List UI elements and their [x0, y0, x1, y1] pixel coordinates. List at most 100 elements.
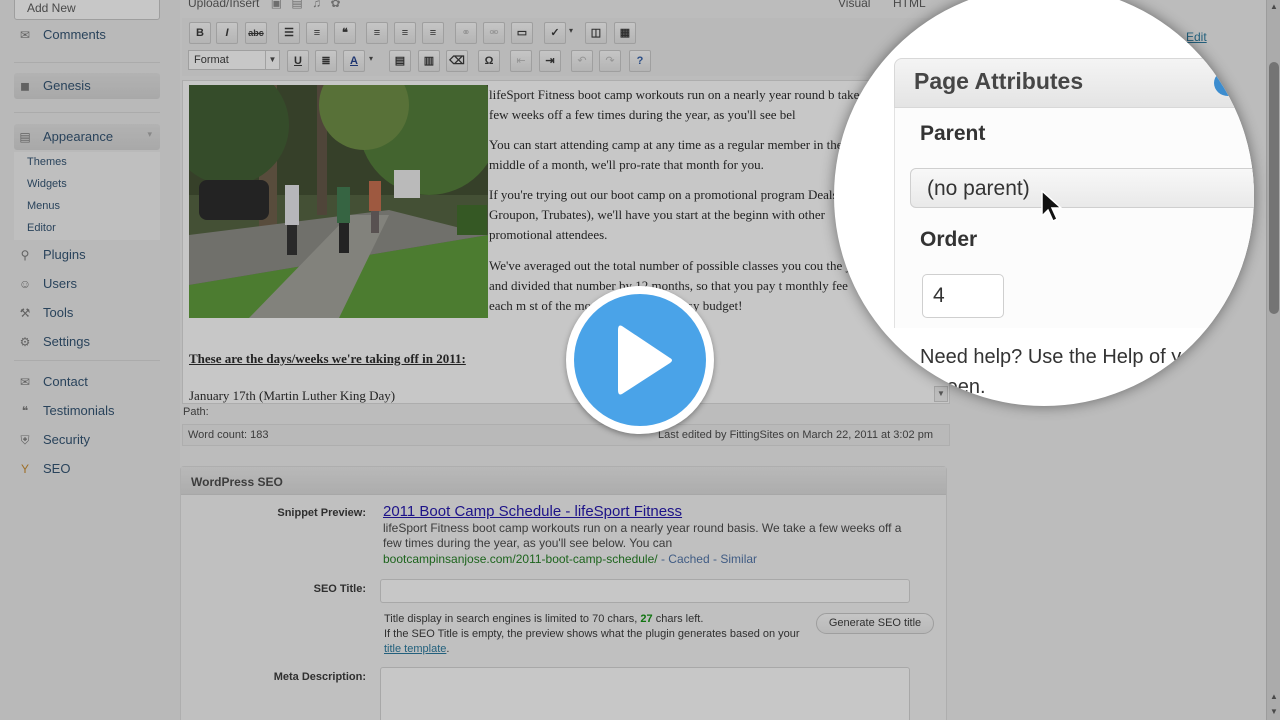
- text-color-dropdown-icon[interactable]: ▾: [369, 54, 373, 63]
- seo-title-label: SEO Title:: [313, 583, 366, 595]
- snippet-url: bootcampinsanjose.com/2011-boot-camp-sch…: [383, 552, 758, 566]
- sidebar-item-users[interactable]: ☺ Users: [14, 271, 160, 297]
- sidebar-item-genesis[interactable]: ◼ Genesis: [14, 73, 160, 99]
- numbered-list-button[interactable]: ≡: [306, 22, 328, 44]
- upload-insert-text: Upload/Insert: [188, 0, 260, 10]
- sidebar-item-label: Testimonials: [43, 403, 115, 418]
- sidebar-item-label: Appearance: [43, 129, 114, 144]
- toggle-icon[interactable]: [1214, 70, 1242, 96]
- special-character-button[interactable]: Ω: [478, 50, 500, 72]
- add-video-icon[interactable]: ▤: [291, 0, 302, 10]
- submenu-item-widgets[interactable]: Widgets: [14, 174, 160, 196]
- sidebar-item-add-new[interactable]: Add New: [14, 0, 160, 20]
- cached-link[interactable]: Cached: [668, 552, 709, 566]
- spellcheck-button[interactable]: ✓: [544, 22, 566, 44]
- submenu-item-themes[interactable]: Themes: [14, 152, 160, 174]
- scroll-down-arrow[interactable]: ▼: [1267, 705, 1280, 719]
- bootcamp-photo: [189, 85, 488, 318]
- scroll-up-arrow[interactable]: ▲: [1267, 690, 1280, 704]
- parent-select[interactable]: (no parent): [910, 168, 1254, 208]
- order-input-value: 4: [933, 284, 945, 307]
- kitchen-sink-button[interactable]: ▦: [614, 22, 636, 44]
- sidebar-item-security[interactable]: ⛨ Security: [14, 427, 160, 453]
- contact-icon: ✉: [19, 375, 31, 389]
- strikethrough-button[interactable]: abc: [245, 22, 267, 44]
- sidebar-item-contact[interactable]: ✉ Contact: [14, 369, 160, 395]
- meta-description-input[interactable]: [380, 667, 910, 720]
- scrollbar-thumb[interactable]: [1269, 62, 1279, 314]
- scroll-up-arrow[interactable]: ▲: [1267, 0, 1280, 14]
- seo-title-help: Title display in search engines is limit…: [384, 613, 800, 655]
- sidebar-item-tools[interactable]: ⚒ Tools: [14, 300, 160, 326]
- panel-header[interactable]: WordPress SEO: [181, 467, 946, 495]
- sidebar-item-appearance[interactable]: ▤ Appearance ▾: [14, 124, 160, 150]
- seo-title-input[interactable]: [380, 579, 910, 603]
- edit-link[interactable]: Edit: [1186, 30, 1207, 44]
- more-tag-button[interactable]: ▭: [511, 22, 533, 44]
- sidebar-item-label: Settings: [43, 334, 90, 349]
- add-image-icon[interactable]: ▣: [271, 0, 282, 10]
- paragraph: If you're trying out our boot camp on a …: [489, 187, 841, 242]
- word-count: Word count: 183: [188, 429, 269, 441]
- paste-word-button[interactable]: ▥: [418, 50, 440, 72]
- meta-description-label: Meta Description:: [273, 671, 366, 683]
- paste-text-button[interactable]: ▤: [389, 50, 411, 72]
- similar-link[interactable]: Similar: [720, 552, 757, 566]
- align-right-button[interactable]: ≡: [422, 22, 444, 44]
- snippet-title-link[interactable]: 2011 Boot Camp Schedule - lifeSport Fitn…: [383, 503, 682, 520]
- align-left-button[interactable]: ≡: [366, 22, 388, 44]
- bold-button[interactable]: B: [189, 22, 211, 44]
- sidebar-item-plugins[interactable]: ⚲ Plugins: [14, 242, 160, 268]
- parent-label: Parent: [920, 122, 986, 145]
- align-center-button[interactable]: ≡: [394, 22, 416, 44]
- sidebar-item-comments[interactable]: ✉ Comments: [14, 22, 160, 48]
- fullscreen-button[interactable]: ◫: [585, 22, 607, 44]
- sidebar-item-label: Tools: [43, 305, 74, 320]
- spellcheck-dropdown-icon[interactable]: ▾: [569, 26, 573, 35]
- sidebar-item-label: Genesis: [43, 78, 91, 93]
- page-scrollbar[interactable]: ▲ ▲ ▼: [1266, 0, 1280, 720]
- redo-button[interactable]: ↷: [599, 50, 621, 72]
- snippet-url-text: bootcampinsanjose.com/2011-boot-camp-sch…: [383, 552, 658, 566]
- underline-button[interactable]: U: [287, 50, 309, 72]
- upload-insert-label: Upload/Insert ▣ ▤ ♫ ✿: [188, 0, 341, 10]
- sidebar-item-seo[interactable]: Y SEO: [14, 456, 160, 482]
- format-select[interactable]: Format ▼: [188, 50, 280, 70]
- outdent-button[interactable]: ⇤: [510, 50, 532, 72]
- sidebar-item-settings[interactable]: ⚙ Settings: [14, 329, 160, 355]
- menu-separator: [14, 360, 160, 361]
- seo-icon: Y: [20, 462, 29, 476]
- mouse-cursor-icon: [1041, 190, 1063, 223]
- order-input[interactable]: 4: [922, 274, 1004, 318]
- help-text: Title display in search engines is limit…: [384, 613, 638, 625]
- title-template-link[interactable]: title template: [384, 643, 446, 655]
- add-audio-icon[interactable]: ♫: [312, 0, 321, 10]
- text-color-button[interactable]: A: [343, 50, 365, 72]
- italic-button[interactable]: I: [216, 22, 238, 44]
- indent-button[interactable]: ⇥: [539, 50, 561, 72]
- chevron-down-icon: ▼: [265, 51, 279, 69]
- tab-visual[interactable]: Visual: [838, 0, 870, 10]
- genesis-icon: ◼: [20, 79, 30, 93]
- undo-button[interactable]: ↶: [571, 50, 593, 72]
- sidebar-item-testimonials[interactable]: ❝ Testimonials: [14, 398, 160, 424]
- tab-html[interactable]: HTML: [893, 0, 926, 10]
- snippet-preview-label: Snippet Preview:: [277, 507, 366, 519]
- justify-button[interactable]: ≣: [315, 50, 337, 72]
- admin-sidebar: Add New ✉ Comments ◼ Genesis ▤ Appearanc…: [0, 0, 180, 720]
- generate-seo-title-button[interactable]: Generate SEO title: [816, 613, 934, 634]
- unlink-button[interactable]: ⚮: [483, 22, 505, 44]
- video-play-button[interactable]: [566, 286, 714, 434]
- sidebar-item-label: Security: [43, 432, 90, 447]
- clear-formatting-button[interactable]: ⌫: [446, 50, 468, 72]
- menu-separator: [14, 112, 160, 113]
- help-button[interactable]: ?: [629, 50, 651, 72]
- add-media-icon[interactable]: ✿: [330, 0, 340, 10]
- paragraph: You can start attending camp at any time…: [489, 137, 843, 172]
- link-button[interactable]: ⚭: [455, 22, 477, 44]
- blockquote-button[interactable]: ❝: [334, 22, 356, 44]
- bullet-list-button[interactable]: ☰: [278, 22, 300, 44]
- submenu-item-menus[interactable]: Menus: [14, 196, 160, 218]
- comment-icon: ✉: [19, 28, 31, 42]
- submenu-item-editor[interactable]: Editor: [14, 218, 160, 240]
